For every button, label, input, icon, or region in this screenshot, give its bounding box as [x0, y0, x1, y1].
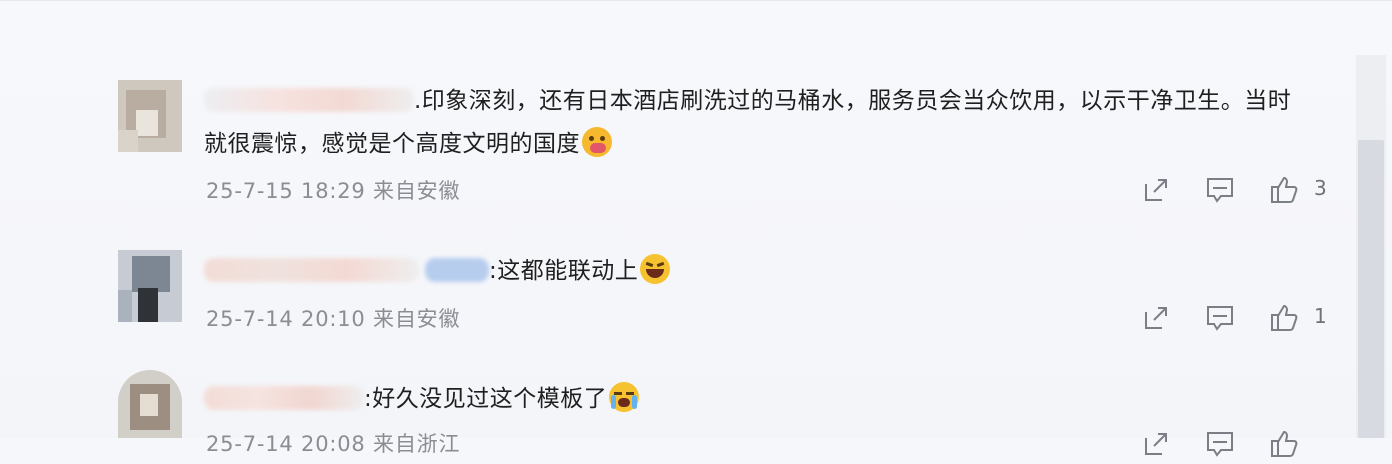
like-button[interactable] — [1268, 174, 1300, 206]
comment-meta: 25-7-15 18:29 来自安徽 — [206, 175, 460, 205]
reply-button[interactable] — [1204, 428, 1236, 460]
timestamp: 25-7-14 20:08 — [206, 432, 366, 456]
comment-actions — [1140, 428, 1340, 460]
comment-text: :这都能联动上 — [204, 250, 1304, 293]
share-button[interactable] — [1140, 174, 1172, 206]
comment-icon — [1207, 178, 1233, 203]
reply-button[interactable] — [1204, 302, 1236, 334]
grinning-squinting-face-emoji — [640, 254, 671, 284]
like-button[interactable] — [1268, 428, 1300, 460]
scrollbar-thumb[interactable] — [1358, 140, 1384, 438]
comment-text: :好久没见过这个模板了 — [204, 378, 1304, 421]
like-button[interactable] — [1268, 302, 1300, 334]
username[interactable] — [204, 258, 419, 282]
loudly-crying-face-emoji — [609, 382, 640, 412]
user-badge — [425, 258, 489, 282]
share-button[interactable] — [1140, 428, 1172, 460]
avatar[interactable] — [118, 370, 182, 442]
username[interactable] — [204, 386, 364, 410]
location: 来自浙江 — [373, 432, 461, 456]
location: 来自安徽 — [373, 179, 461, 203]
divider — [0, 0, 1392, 1]
like-count: 3 — [1314, 176, 1327, 200]
reply-button[interactable] — [1204, 174, 1236, 206]
share-icon — [1145, 179, 1167, 201]
comment-icon — [1207, 432, 1233, 457]
comment-meta: 25-7-14 20:08 来自浙江 — [206, 428, 460, 458]
thumbs-up-icon — [1271, 176, 1298, 203]
comment-icon — [1207, 306, 1233, 331]
comment-meta: 25-7-14 20:10 来自安徽 — [206, 303, 460, 333]
share-button[interactable] — [1140, 302, 1172, 334]
comment-actions: 3 — [1140, 174, 1340, 206]
thumbs-up-icon — [1271, 430, 1298, 457]
timestamp: 25-7-15 18:29 — [206, 179, 366, 203]
face-with-hand-over-mouth-emoji — [582, 127, 612, 157]
comment-actions: 1 — [1140, 302, 1340, 334]
username[interactable] — [204, 88, 414, 112]
location: 来自安徽 — [373, 307, 461, 331]
share-icon — [1145, 307, 1167, 329]
thumbs-up-icon — [1271, 304, 1298, 331]
timestamp: 25-7-14 20:10 — [206, 307, 366, 331]
avatar[interactable] — [118, 250, 182, 322]
avatar[interactable] — [118, 80, 182, 152]
like-count: 1 — [1314, 304, 1327, 328]
comment-text: .印象深刻，还有日本酒店刷洗过的马桶水，服务员会当众饮用，以示干净卫生。当时就很… — [204, 88, 1292, 157]
comment-panel: .印象深刻，还有日本酒店刷洗过的马桶水，服务员会当众饮用，以示干净卫生。当时就很… — [0, 0, 1392, 457]
share-icon — [1145, 433, 1167, 455]
